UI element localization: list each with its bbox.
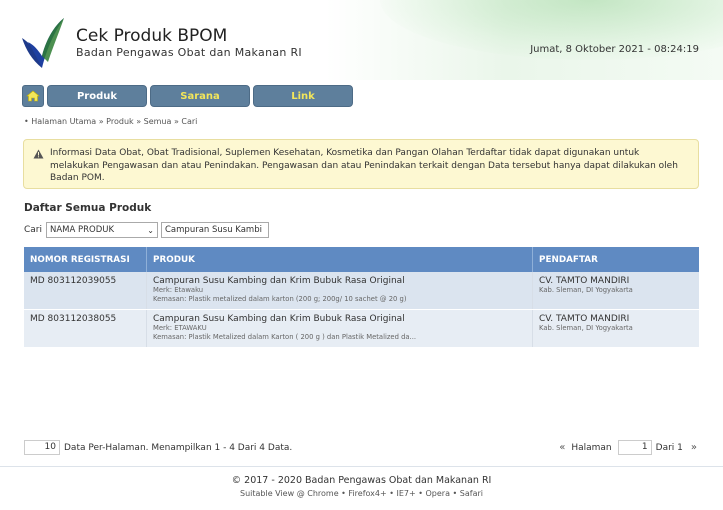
product-table: NOMOR REGISTRASI PRODUK PENDAFTAR MD 803… (24, 247, 699, 348)
search-input[interactable]: Campuran Susu Kambi (161, 222, 269, 238)
search-bar: Cari NAMA PRODUK ⌄ Campuran Susu Kambi (24, 221, 269, 239)
page-footer: © 2017 - 2020 Badan Pengawas Obat dan Ma… (0, 466, 723, 498)
registration-number: MD 803112038055 (24, 309, 147, 348)
prev-page-button[interactable]: « (559, 442, 565, 453)
app-title: Cek Produk BPOM (76, 26, 228, 46)
footer-copyright: © 2017 - 2020 Badan Pengawas Obat dan Ma… (231, 475, 492, 486)
app-subtitle: Badan Pengawas Obat dan Makanan RI (76, 46, 302, 59)
product-cell: Campuran Susu Kambing dan Krim Bubuk Ras… (146, 309, 533, 348)
pagination-summary-text: Data Per-Halaman. Menampilkan 1 - 4 Dari… (64, 442, 293, 453)
product-brand: Merk: ETAWAKU (153, 324, 207, 332)
product-brand: Merk: Etawaku (153, 286, 204, 294)
warning-icon (33, 149, 44, 159)
bpom-logo-icon (22, 18, 64, 68)
product-packaging: Kemasan: Plastik metalized dalam karton … (153, 295, 407, 303)
company-name: CV. TAMTO MANDIRI (539, 314, 630, 324)
section-title: Daftar Semua Produk (24, 202, 152, 214)
registration-number: MD 803112039055 (24, 272, 147, 310)
search-field-value: NAMA PRODUK (50, 225, 115, 235)
company-location: Kab. Sleman, DI Yogyakarta (539, 324, 633, 332)
page-label: Halaman (571, 442, 612, 453)
registrant-cell: CV. TAMTO MANDIRI Kab. Sleman, DI Yogyak… (532, 309, 699, 348)
company-location: Kab. Sleman, DI Yogyakarta (539, 286, 633, 294)
chevron-down-icon: ⌄ (147, 226, 154, 235)
next-page-button[interactable]: » (691, 442, 697, 453)
table-row[interactable]: MD 803112039055 Campuran Susu Kambing da… (24, 272, 699, 310)
tab-link[interactable]: Link (253, 85, 353, 107)
page-total: Dari 1 (655, 442, 683, 453)
col-header-registration[interactable]: NOMOR REGISTRASI (24, 247, 147, 272)
per-page-input[interactable]: 10 (24, 440, 60, 455)
product-name: Campuran Susu Kambing dan Krim Bubuk Ras… (153, 276, 405, 286)
pagination-summary: 10 Data Per-Halaman. Menampilkan 1 - 4 D… (24, 440, 292, 455)
product-cell: Campuran Susu Kambing dan Krim Bubuk Ras… (146, 272, 533, 310)
current-datetime: Jumat, 8 Oktober 2021 - 08:24:19 (530, 44, 699, 55)
product-packaging: Kemasan: Plastik Metalized dalam Karton … (153, 333, 417, 341)
page-header: Cek Produk BPOM Badan Pengawas Obat dan … (0, 0, 723, 80)
tab-produk[interactable]: Produk (47, 85, 147, 107)
page-number-input[interactable]: 1 (617, 440, 652, 455)
pagination-controls: « Halaman 1 Dari 1 » (559, 440, 697, 455)
main-nav: Produk Sarana Link (22, 85, 353, 107)
warning-notice: Informasi Data Obat, Obat Tradisional, S… (23, 139, 699, 189)
col-header-registrant[interactable]: PENDAFTAR (532, 247, 699, 272)
home-button[interactable] (22, 85, 44, 107)
breadcrumb[interactable]: • Halaman Utama » Produk » Semua » Cari (24, 117, 197, 126)
search-field-select[interactable]: NAMA PRODUK ⌄ (46, 222, 158, 238)
table-row[interactable]: MD 803112038055 Campuran Susu Kambing da… (24, 309, 699, 348)
registrant-cell: CV. TAMTO MANDIRI Kab. Sleman, DI Yogyak… (532, 272, 699, 310)
footer-browser-support: Suitable View @ Chrome • Firefox4+ • IE7… (239, 489, 484, 498)
col-header-product[interactable]: PRODUK (146, 247, 533, 272)
company-name: CV. TAMTO MANDIRI (539, 276, 630, 286)
product-name: Campuran Susu Kambing dan Krim Bubuk Ras… (153, 314, 405, 324)
home-icon (26, 90, 40, 102)
tab-sarana[interactable]: Sarana (150, 85, 250, 107)
search-label: Cari (24, 225, 42, 235)
warning-text: Informasi Data Obat, Obat Tradisional, S… (50, 148, 678, 183)
